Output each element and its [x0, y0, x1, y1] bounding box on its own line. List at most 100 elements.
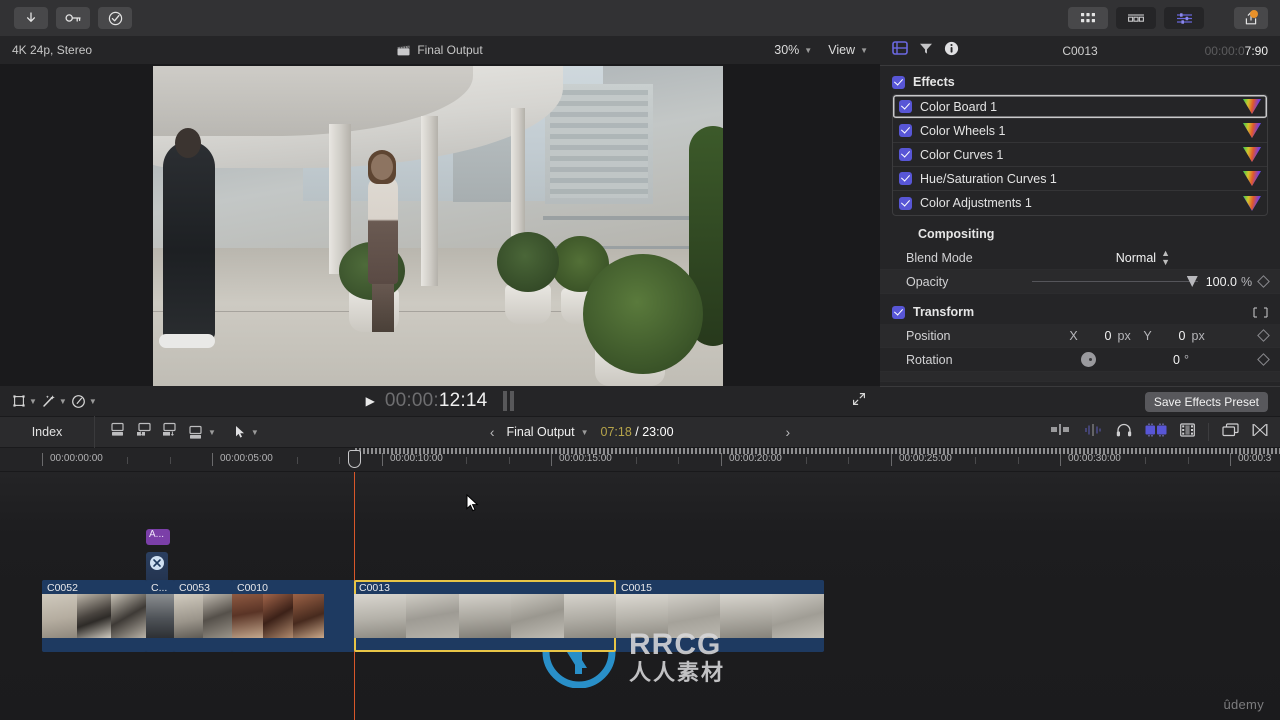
opacity-keyframe-button[interactable] [1257, 275, 1270, 288]
next-project-button[interactable]: › [786, 424, 791, 440]
color-inspector-tab[interactable] [919, 42, 933, 60]
inspector-header: C0013 00:00:07:90 [880, 36, 1280, 66]
blend-mode-row[interactable]: Blend Mode Normal ▲ ▼ [880, 246, 1280, 270]
timeline-canvas[interactable]: A... C0052 C... C0053 C0010 C0013 C0015 … [0, 472, 1280, 720]
clip-thumb [511, 594, 564, 638]
ruler-label: 00:00:3 [1238, 453, 1272, 464]
video-building-near [545, 84, 653, 204]
clip-label: C0015 [621, 582, 652, 594]
ruler-label: 00:00:05:00 [220, 453, 273, 464]
save-effects-preset-button[interactable]: Save Effects Preset [1144, 391, 1268, 412]
blend-mode-popup[interactable]: Normal ▲ ▼ [1116, 248, 1170, 267]
timeline-clip[interactable]: C0010 [232, 580, 354, 652]
keyword-button[interactable] [56, 7, 90, 29]
clip-thumb [293, 594, 324, 638]
effect-row-color-curves[interactable]: Color Curves 1 [893, 143, 1267, 167]
inspector-timecode-bright: 7:90 [1244, 43, 1268, 58]
timeline-clip-selected[interactable]: C0013 [354, 580, 616, 652]
effect-checkbox[interactable] [899, 124, 912, 137]
opacity-value[interactable]: 100.0 [1206, 275, 1237, 289]
timeline-clip[interactable]: C... [146, 580, 174, 652]
inspector-toggle-button[interactable] [1164, 7, 1204, 29]
rotation-keyframe-button[interactable] [1257, 353, 1270, 366]
toolbar-right-group [1068, 7, 1280, 29]
playhead-handle[interactable] [348, 450, 361, 468]
effect-checkbox[interactable] [899, 148, 912, 161]
clip-thumbnails [232, 594, 354, 638]
rotation-value[interactable]: 0 [1154, 353, 1180, 367]
browser-toggle-button[interactable] [1068, 7, 1108, 29]
inspector-timecode[interactable]: 00:00:07:90 [1205, 44, 1268, 58]
ruler-tick [1060, 453, 1061, 466]
scale-row-partial[interactable] [880, 372, 1280, 382]
clip-thumb [668, 594, 720, 638]
timeline-clip[interactable]: C0053 [174, 580, 232, 652]
position-x-value[interactable]: 0 [1086, 329, 1112, 343]
opacity-row[interactable]: Opacity 100.0 % [880, 270, 1280, 294]
timeline-clip[interactable]: C0052 [42, 580, 146, 652]
video-inspector-tab[interactable] [892, 41, 908, 60]
timeline-toolbar: Index ▼ ▼ ‹ Final Output ▼ 07:18 / 23:00… [0, 416, 1280, 448]
timeline-ruler[interactable]: 00:00:00:00 00:00:05:00 00:00:10:00 00:0… [0, 448, 1280, 472]
rotation-dial[interactable] [1081, 352, 1096, 367]
timeline-clip[interactable]: C0015 [616, 580, 824, 652]
effect-checkbox[interactable] [899, 172, 912, 185]
color-effect-icon [1243, 171, 1261, 186]
clip-label: C0053 [179, 582, 210, 594]
color-effect-icon [1243, 123, 1261, 138]
transform-onscreen-controls-button[interactable] [1253, 306, 1268, 318]
effect-label: Color Adjustments 1 [920, 196, 1032, 210]
effect-row-color-adjustments[interactable]: Color Adjustments 1 [893, 191, 1267, 215]
ruler-tick [1230, 453, 1231, 466]
transform-enable-checkbox[interactable] [892, 305, 905, 319]
transform-frame-icon [1253, 306, 1268, 318]
position-y-label: Y [1143, 328, 1152, 343]
color-effect-icon [1243, 99, 1261, 114]
effect-row-color-wheels[interactable]: Color Wheels 1 [893, 119, 1267, 143]
position-row[interactable]: Position X 0 px Y 0 px [880, 324, 1280, 348]
video-person-woman-legs [372, 280, 394, 332]
ruler-tick-minor [127, 457, 128, 464]
ruler-tick-minor [848, 457, 849, 464]
play-icon: ▶ [365, 394, 375, 408]
ratings-button[interactable] [98, 7, 132, 29]
transform-header-label: Transform [913, 305, 975, 319]
opacity-slider[interactable] [1032, 276, 1198, 287]
compositing-section-header: Compositing [880, 222, 1280, 246]
viewer-project-name: Final Output [417, 43, 483, 57]
effect-checkbox[interactable] [899, 100, 912, 113]
previous-project-button[interactable]: ‹ [490, 424, 495, 440]
timeline-toggle-button[interactable] [1116, 7, 1156, 29]
info-inspector-tab[interactable] [944, 41, 959, 61]
viewer-timecode-group: ▶ 00:00:12:14 [0, 390, 880, 412]
clapperboard-icon [397, 44, 410, 56]
effect-row-hue-saturation-curves[interactable]: Hue/Saturation Curves 1 [893, 167, 1267, 191]
timeline-project-group: ‹ Final Output ▼ 07:18 / 23:00 › [0, 424, 1280, 440]
import-media-button[interactable] [14, 7, 48, 29]
effect-label: Color Wheels 1 [920, 123, 1006, 138]
ruler-tick-minor [339, 457, 340, 464]
video-inspector-icon [892, 41, 908, 55]
effect-checkbox[interactable] [899, 196, 912, 210]
inspector-tabs [892, 41, 959, 61]
timeline-project-dropdown[interactable]: Final Output ▼ [506, 425, 588, 439]
effect-row-color-board[interactable]: Color Board 1 [893, 95, 1267, 119]
rotation-row[interactable]: Rotation 0 ° [880, 348, 1280, 372]
audio-meter-icon[interactable] [503, 391, 515, 411]
effect-label: Color Board 1 [920, 99, 998, 114]
position-keyframe-button[interactable] [1257, 329, 1270, 342]
viewer-timecode[interactable]: 00:00:12:14 [385, 390, 488, 412]
check-circle-icon [108, 11, 122, 25]
timeline-current-duration: 07:18 [600, 425, 632, 439]
video-person-man-head [175, 128, 201, 158]
connected-title-clip[interactable]: A... [146, 529, 170, 545]
ruler-tick [721, 453, 722, 466]
effects-enable-checkbox[interactable] [892, 75, 905, 89]
opacity-slider-knob[interactable] [1186, 276, 1198, 287]
viewer-stage[interactable] [0, 64, 880, 386]
ruler-tick [42, 453, 43, 466]
clip-thumb [146, 594, 174, 638]
ruler-tick-minor [509, 457, 510, 464]
position-y-value[interactable]: 0 [1160, 329, 1186, 343]
position-y-unit: px [1191, 328, 1205, 343]
